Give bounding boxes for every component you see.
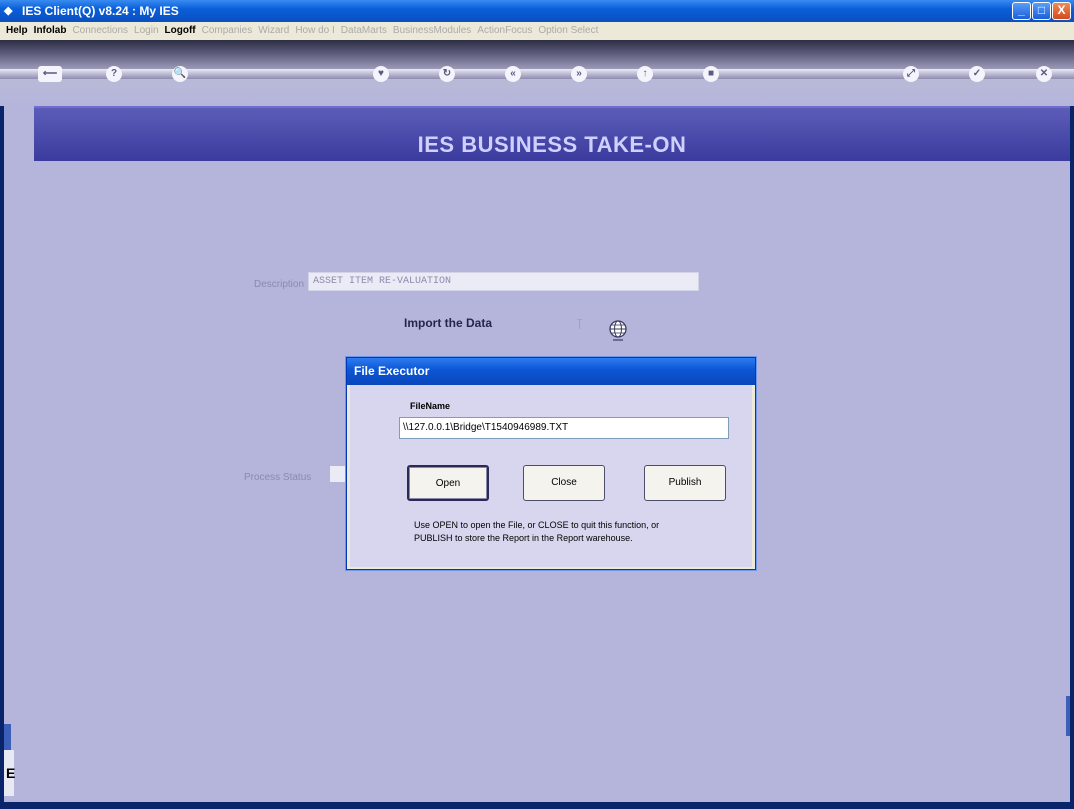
- help-line-2: PUBLISH to store the Report in the Repor…: [414, 533, 633, 543]
- menu-item-login[interactable]: Login: [134, 25, 158, 36]
- app-icon: ◆: [4, 5, 13, 17]
- menu-item-wizard[interactable]: Wizard: [258, 25, 289, 36]
- side-marker-right: [1066, 696, 1070, 736]
- page-title: IES BUSINESS TAKE-ON: [417, 132, 687, 157]
- description-field[interactable]: ASSET ITEM RE-VALUATION: [308, 272, 699, 291]
- menu-item-logoff[interactable]: Logoff: [165, 25, 196, 36]
- refresh-icon[interactable]: ↻: [439, 66, 455, 82]
- heart-icon[interactable]: ♥: [373, 66, 389, 82]
- menu-item-companies[interactable]: Companies: [202, 25, 253, 36]
- description-label: Description: [254, 279, 305, 290]
- filename-input[interactable]: \\127.0.0.1\Bridge\T1540946989.TXT: [399, 417, 729, 439]
- app-window: ◆ IES Client(Q) v8.24 : My IES _ □ X Hel…: [0, 0, 1074, 809]
- menu-item-help[interactable]: Help: [6, 25, 28, 36]
- dialog-help-text: Use OPEN to open the File, or CLOSE to q…: [414, 519, 744, 545]
- banner: IES BUSINESS TAKE-ON: [34, 106, 1070, 161]
- fullscreen-icon[interactable]: ⤢: [903, 66, 919, 82]
- back-icon[interactable]: «: [505, 66, 521, 82]
- process-status-field[interactable]: [330, 466, 346, 482]
- menu-item-option-select[interactable]: Option Select: [538, 25, 598, 36]
- window-title: IES Client(Q) v8.24 : My IES: [22, 4, 179, 18]
- filename-label: FileName: [410, 401, 451, 411]
- menu-item-infolab[interactable]: Infolab: [34, 25, 67, 36]
- dialog-panel: FileName \\127.0.0.1\Bridge\T1540946989.…: [350, 385, 752, 567]
- maximize-button[interactable]: □: [1032, 2, 1051, 20]
- publish-button[interactable]: Publish: [644, 465, 726, 501]
- toolbar: ⟵ ? 🔍 ♥ ↻ « » ↑ ■ ⤢ ✓ ✕: [0, 40, 1074, 106]
- side-tab-top: [4, 724, 11, 750]
- stop-icon[interactable]: ■: [703, 66, 719, 82]
- dialog-title[interactable]: File Executor: [347, 358, 755, 385]
- ok-icon[interactable]: ✓: [969, 66, 985, 82]
- close-button[interactable]: Close: [523, 465, 605, 501]
- up-icon[interactable]: ↑: [637, 66, 653, 82]
- menu-item-actionfocus[interactable]: ActionFocus: [477, 25, 532, 36]
- forward-icon[interactable]: »: [571, 66, 587, 82]
- pin-icon: ⊺: [576, 316, 584, 332]
- menu-item-businessmodules[interactable]: BusinessModules: [393, 25, 471, 36]
- process-status-label: Process Status: [244, 472, 312, 483]
- search-icon[interactable]: 🔍: [172, 66, 188, 82]
- globe-icon[interactable]: [608, 319, 628, 343]
- file-executor-dialog: File Executor FileName \\127.0.0.1\Bridg…: [346, 357, 756, 570]
- menu-bar: Help Infolab Connections Login Logoff Compani…: [0, 22, 1074, 40]
- title-bar[interactable]: ◆ IES Client(Q) v8.24 : My IES _ □ X: [0, 0, 1074, 22]
- open-button[interactable]: Open: [407, 465, 489, 501]
- help-icon[interactable]: ?: [106, 66, 122, 82]
- menu-item-connections[interactable]: Connections: [72, 25, 128, 36]
- close-window-button[interactable]: X: [1052, 2, 1071, 20]
- side-tab[interactable]: E: [4, 750, 15, 796]
- menu-item-datamarts[interactable]: DataMarts: [341, 25, 387, 36]
- menu-item-how-do-i[interactable]: How do I: [295, 25, 334, 36]
- import-data-label: Import the Data: [404, 316, 493, 330]
- minimize-button[interactable]: _: [1012, 2, 1031, 20]
- arrow-icon[interactable]: ⟵: [38, 66, 62, 82]
- help-line-1: Use OPEN to open the File, or CLOSE to q…: [414, 520, 660, 530]
- close-icon[interactable]: ✕: [1036, 66, 1052, 82]
